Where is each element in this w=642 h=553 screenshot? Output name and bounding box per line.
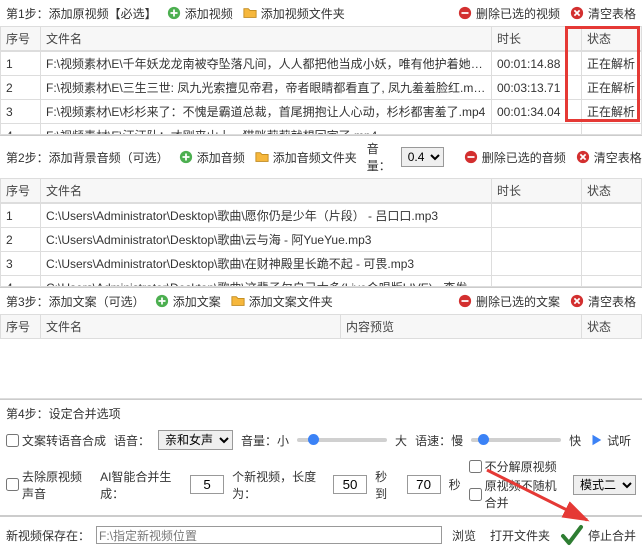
add-video-folder-button[interactable]: 添加视频文件夹 [243,5,345,22]
col-name[interactable]: 文件名 [41,27,492,51]
add-text-button[interactable]: 添加文案 [155,293,221,310]
volume-label: 音量： [367,140,391,174]
play-icon [589,433,603,447]
step3-section: 第3步：添加文案（可选） 添加文案 添加文案文件夹 删除已选的文案 清空表格 序… [0,288,642,400]
checkmark-icon [560,523,584,547]
step3-toolbar: 第3步：添加文案（可选） 添加文案 添加文案文件夹 删除已选的文案 清空表格 [0,288,642,314]
step1-label: 第1步：添加原视频【必选】 [6,5,157,22]
folder-icon [231,294,245,308]
open-folder-button[interactable]: 打开文件夹 [486,525,554,546]
tts-vol-label: 音量：小 [241,432,289,449]
add-video-button[interactable]: 添加视频 [167,5,233,22]
delete-selected-audio-button[interactable]: 删除已选的音频 [464,149,566,166]
delete-icon [458,6,472,20]
clear-video-table-label: 清空表格 [588,5,636,22]
ai-gen-label: AI智能合并生成： [100,468,182,502]
delete-selected-video-button[interactable]: 删除已选的视频 [458,5,560,22]
audio-table-header: 序号 文件名 时长 状态 [0,178,642,203]
add-text-folder-button[interactable]: 添加文案文件夹 [231,293,333,310]
step2-toolbar: 第2步：添加背景音频（可选） 添加音频 添加音频文件夹 音量： 0.4 删除已选… [0,136,642,178]
delete-selected-video-label: 删除已选的视频 [476,5,560,22]
volume-select[interactable]: 0.4 [401,147,444,167]
step3-label: 第3步：添加文案（可选） [6,293,145,310]
plus-icon [155,294,169,308]
table-row[interactable]: 4C:\Users\Administrator\Desktop\歌曲\这辈子欠自… [1,276,642,288]
step4-section: 第4步：设定合并选项 文案转语音合成 语音： 亲和女声 音量：小 大 语速：慢 … [0,400,642,516]
col-idx[interactable]: 序号 [1,27,41,51]
folder-icon [243,6,257,20]
save-label: 新视频保存在： [6,527,90,544]
clear-icon [570,6,584,20]
mode-select[interactable]: 模式二 [573,475,636,495]
save-path-input[interactable] [96,526,442,544]
text-table-body[interactable] [0,339,642,399]
no-random-checkbox[interactable]: 原视频不随机合并 [469,477,565,511]
len-from-input[interactable] [333,475,367,494]
delete-icon [458,294,472,308]
video-table-header: 序号 文件名 时长 状态 [0,26,642,51]
remove-orig-audio-checkbox[interactable]: 去除原视频声音 [6,468,92,502]
table-row[interactable]: 1F:\视频素材\E\千年妖龙龙南被夺坠落凡间，人人都把他当成小妖，唯有他护着她… [1,52,642,76]
delete-selected-text-button[interactable]: 删除已选的文案 [458,293,560,310]
table-row[interactable]: 1C:\Users\Administrator\Desktop\歌曲\愿你仍是少… [1,204,642,228]
clear-audio-table-button[interactable]: 清空表格 [576,149,642,166]
audio-table-body[interactable]: 1C:\Users\Administrator\Desktop\歌曲\愿你仍是少… [0,203,642,287]
table-row[interactable]: 4F:\视频素材\E\汪汪队：才刚来山上，猫咪莉莉就想回家了.mp4 [1,124,642,136]
table-row[interactable]: 2C:\Users\Administrator\Desktop\歌曲\云与海 -… [1,228,642,252]
table-row[interactable]: 3F:\视频素材\E\杉杉来了：不愧是霸道总裁，首尾拥抱让人心动，杉杉都害羞了.… [1,100,642,124]
clear-text-table-button[interactable]: 清空表格 [570,293,636,310]
ai-count-input[interactable] [190,475,224,494]
add-audio-folder-button[interactable]: 添加音频文件夹 [255,149,357,166]
plus-icon [179,150,193,164]
delete-icon [464,150,478,164]
step4-row2: 去除原视频声音 AI智能合并生成： 个新视频，长度为： 秒 到 秒 不分解原视频… [0,454,642,515]
bottom-bar: 新视频保存在： 浏览 打开文件夹 停止合并 [0,516,642,553]
col-dur[interactable]: 时长 [492,27,582,51]
tts-speed-slider[interactable] [471,438,561,442]
col-status[interactable]: 状态 [582,27,642,51]
text-table-header: 序号 文件名 内容预览 状态 [0,314,642,339]
step4-toolbar: 第4步：设定合并选项 [0,400,642,426]
video-table-body[interactable]: 1F:\视频素材\E\千年妖龙龙南被夺坠落凡间，人人都把他当成小妖，唯有他护着她… [0,51,642,135]
len-to-input[interactable] [407,475,441,494]
voice-select[interactable]: 亲和女声 [158,430,233,450]
add-video-folder-label: 添加视频文件夹 [261,5,345,22]
add-audio-button[interactable]: 添加音频 [179,149,245,166]
step1-toolbar: 第1步：添加原视频【必选】 添加视频 添加视频文件夹 删除已选的视频 清空表格 [0,0,642,26]
no-split-checkbox[interactable]: 不分解原视频 [469,458,565,475]
step4-row1: 文案转语音合成 语音： 亲和女声 音量：小 大 语速：慢 快 试听 [0,426,642,454]
browse-button[interactable]: 浏览 [448,525,480,546]
tts-checkbox[interactable]: 文案转语音合成 [6,432,106,449]
bottom-wrap: 新视频保存在： 浏览 打开文件夹 停止合并 [0,516,642,553]
folder-icon [255,150,269,164]
voice-label: 语音： [114,432,150,449]
table-row[interactable]: 2F:\视频素材\E\三生三世: 凤九光索擅见帝君，帝者眼睛都看直了, 凤九羞羞… [1,76,642,100]
plus-icon [167,6,181,20]
step2-section: 第2步：添加背景音频（可选） 添加音频 添加音频文件夹 音量： 0.4 删除已选… [0,136,642,288]
tts-volume-slider[interactable] [297,438,387,442]
clear-icon [576,150,590,164]
step1-section: 第1步：添加原视频【必选】 添加视频 添加视频文件夹 删除已选的视频 清空表格 … [0,0,642,136]
stop-merge-button[interactable]: 停止合并 [560,523,636,547]
step4-label: 第4步：设定合并选项 [6,405,121,422]
clear-icon [570,294,584,308]
preview-button[interactable]: 试听 [589,432,631,449]
clear-video-table-button[interactable]: 清空表格 [570,5,636,22]
step2-label: 第2步：添加背景音频（可选） [6,149,169,166]
speed-label: 语速：慢 [415,432,463,449]
add-video-label: 添加视频 [185,5,233,22]
table-row[interactable]: 3C:\Users\Administrator\Desktop\歌曲\在财神殿里… [1,252,642,276]
